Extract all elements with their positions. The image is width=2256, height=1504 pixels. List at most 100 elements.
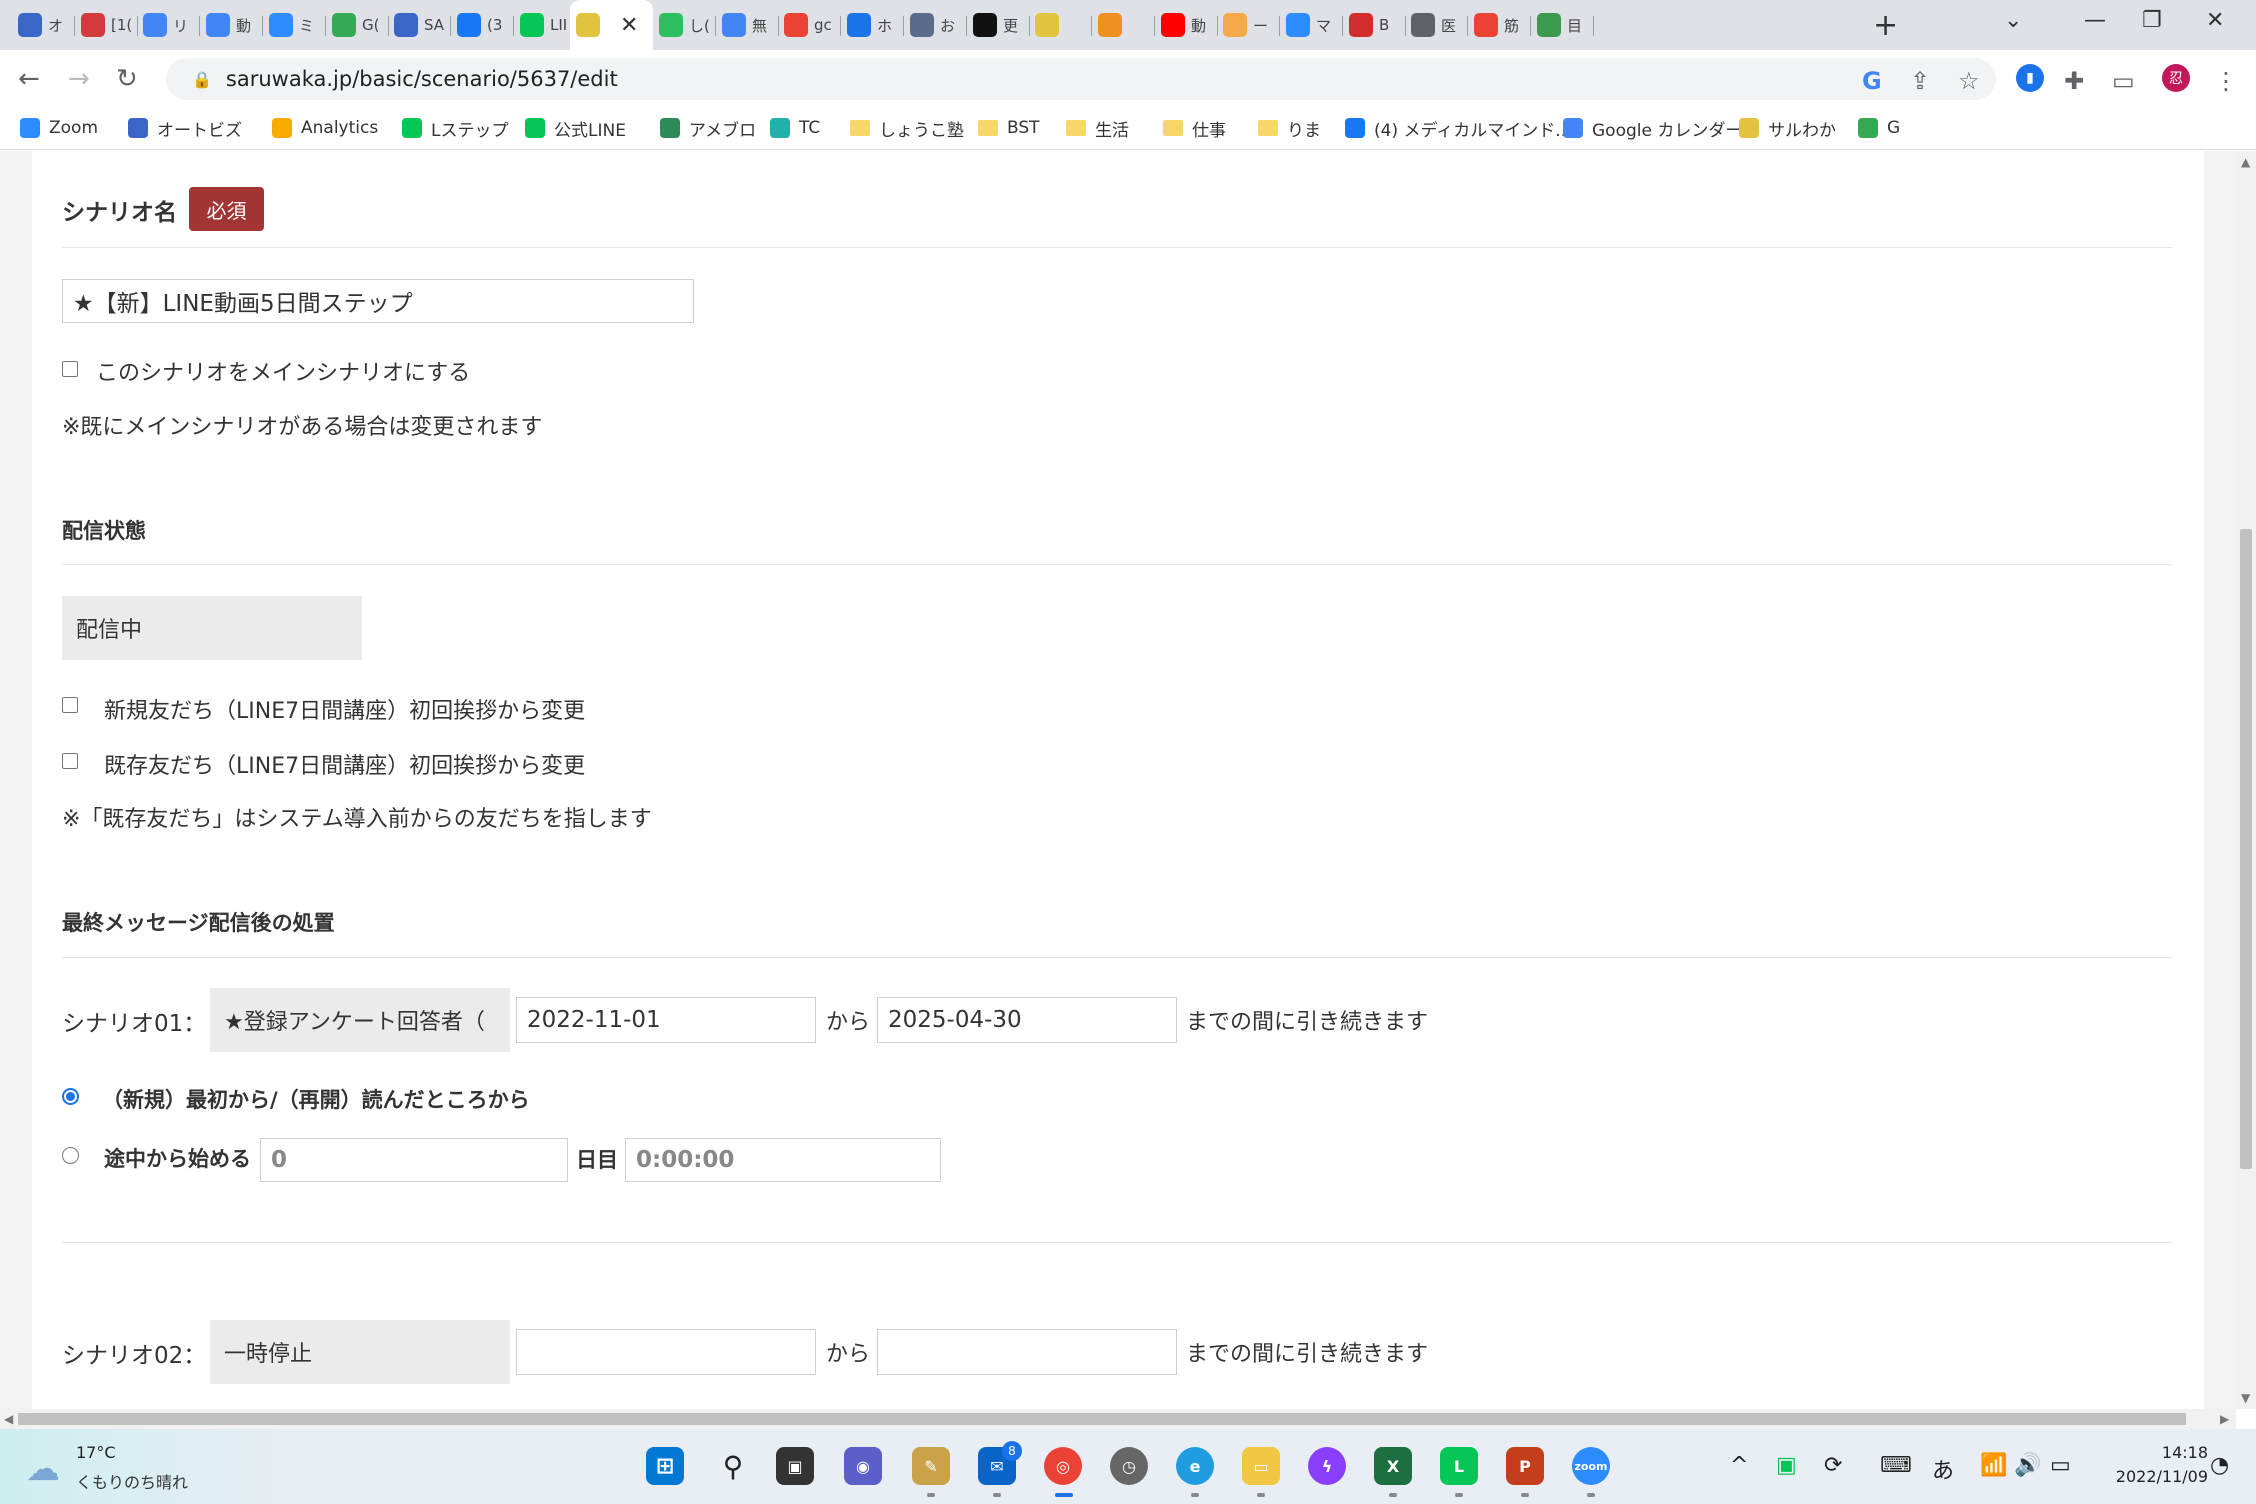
browser-tab[interactable]: (3 — [451, 8, 514, 42]
browser-tab[interactable]: オ — [12, 8, 75, 42]
start-time-input[interactable]: 0:00:00 — [625, 1138, 941, 1182]
bookmark-item[interactable]: オートビズ — [128, 114, 242, 142]
minimize-icon[interactable]: — — [2084, 8, 2106, 33]
menu-kebab-icon[interactable]: ⋮ — [2214, 67, 2238, 95]
bookmark-item[interactable]: りま — [1258, 114, 1321, 142]
scenario-name-input[interactable]: ★【新】LINE動画5日間ステップ — [62, 279, 694, 323]
scenario01-end-date[interactable]: 2025-04-30 — [877, 997, 1177, 1043]
weather-widget[interactable]: ☁ 17°C くもりのち晴れ — [0, 1429, 300, 1504]
browser-tab[interactable]: B — [1343, 8, 1406, 42]
bookmark-item[interactable]: サルわか — [1739, 114, 1836, 142]
scroll-up-icon[interactable]: ▲ — [2241, 155, 2250, 169]
reload-icon[interactable]: ↻ — [116, 64, 138, 94]
powerpoint-app-icon[interactable]: P — [1506, 1447, 1544, 1485]
battery-icon[interactable]: ▭ — [2050, 1453, 2071, 1478]
restore-icon[interactable]: ❐ — [2142, 8, 2162, 33]
browser-tab[interactable]: 目 — [1531, 8, 1594, 42]
messenger-app-icon[interactable]: ϟ — [1308, 1447, 1346, 1485]
new-friends-checkbox[interactable] — [62, 697, 78, 713]
back-icon[interactable]: ← — [18, 64, 40, 94]
line-tray-icon[interactable]: ▣ — [1776, 1453, 1797, 1478]
scroll-left-icon[interactable]: ◀ — [4, 1412, 13, 1426]
browser-tab[interactable]: マ — [1280, 8, 1343, 42]
file-explorer-icon[interactable]: ▭ — [1242, 1447, 1280, 1485]
clock[interactable]: 14:18 2022/11/09 — [2116, 1441, 2208, 1489]
bookmark-item[interactable]: 生活 — [1066, 114, 1129, 142]
extension-bookmark-icon[interactable]: ▮ — [2016, 64, 2044, 92]
scenario01-start-date[interactable]: 2022-11-01 — [516, 997, 816, 1043]
tab-search-chevron-icon[interactable]: ⌄ — [2004, 8, 2022, 33]
vertical-scroll-thumb[interactable] — [2240, 529, 2252, 1169]
horizontal-scrollbar[interactable]: ◀ ▶ — [0, 1409, 2236, 1429]
bookmark-item[interactable]: TC — [770, 114, 820, 142]
task-view-icon[interactable]: ▣ — [776, 1447, 814, 1485]
bookmark-item[interactable]: Lステップ — [402, 114, 508, 142]
sync-tray-icon[interactable]: ⟳ — [1824, 1453, 1842, 1478]
bookmark-item[interactable]: BST — [978, 114, 1040, 142]
chrome-app-icon[interactable]: ◎ — [1044, 1447, 1082, 1485]
horizontal-scroll-thumb[interactable] — [18, 1413, 2186, 1425]
start-midway-radio[interactable] — [62, 1147, 79, 1164]
scroll-down-icon[interactable]: ▼ — [2241, 1391, 2250, 1405]
main-scenario-checkbox[interactable] — [62, 361, 78, 377]
browser-tab[interactable]: SA — [388, 8, 451, 42]
notepad-app-icon[interactable]: ✎ — [912, 1447, 950, 1485]
browser-tab[interactable]: 動 — [1155, 8, 1218, 42]
start-day-input[interactable]: 0 — [260, 1138, 568, 1182]
browser-tab[interactable]: 更 — [967, 8, 1030, 42]
bookmark-item[interactable]: Zoom — [20, 114, 98, 142]
browser-tab[interactable]: し( — [653, 8, 716, 42]
search-icon[interactable]: ⚲ — [714, 1447, 752, 1485]
existing-friends-checkbox[interactable] — [62, 753, 78, 769]
browser-tab[interactable]: お — [904, 8, 967, 42]
browser-tab[interactable]: LII — [514, 8, 577, 42]
scenario02-target[interactable]: 一時停止 — [210, 1320, 510, 1384]
forward-icon[interactable]: → — [68, 64, 90, 94]
line-app-icon[interactable]: L — [1440, 1447, 1478, 1485]
scenario01-target[interactable]: ★登録アンケート回答者（ — [210, 988, 510, 1052]
browser-tab[interactable]: [1( — [75, 8, 138, 42]
browser-tab[interactable] — [1092, 8, 1155, 42]
edge-app-icon[interactable]: e — [1176, 1447, 1214, 1485]
restart-from-beginning-radio[interactable] — [62, 1088, 79, 1105]
volume-icon[interactable]: 🔊 — [2014, 1453, 2041, 1478]
profile-avatar[interactable]: 忍 — [2162, 64, 2190, 92]
bookmark-star-icon[interactable]: ☆ — [1958, 67, 1980, 95]
bookmark-item[interactable]: (4) メディカルマインド... — [1345, 114, 1572, 142]
zoom-app-icon[interactable]: zoom — [1572, 1447, 1610, 1485]
bookmark-item[interactable]: Analytics — [272, 114, 378, 142]
google-translate-icon[interactable]: G — [1862, 67, 1882, 95]
teams-chat-icon[interactable]: ◉ — [844, 1447, 882, 1485]
bookmark-item[interactable]: Google カレンダー — [1563, 114, 1742, 142]
browser-tab[interactable]: リ — [137, 8, 200, 42]
start-windows-icon[interactable]: ⊞ — [646, 1447, 684, 1485]
keyboard-tray-icon[interactable]: ⌨ — [1880, 1453, 1912, 1478]
excel-app-icon[interactable]: X — [1374, 1447, 1412, 1485]
browser-tab[interactable]: ホ — [841, 8, 904, 42]
share-icon[interactable]: ⇪ — [1910, 67, 1930, 95]
ime-indicator[interactable]: あ — [1932, 1453, 1954, 1485]
browser-tab[interactable]: G( — [326, 8, 389, 42]
extensions-puzzle-icon[interactable]: ✚ — [2064, 67, 2084, 95]
bookmark-item[interactable]: しょうこ塾 — [850, 114, 964, 142]
browser-tab[interactable]: 無 — [716, 8, 779, 42]
scroll-right-icon[interactable]: ▶ — [2220, 1412, 2229, 1426]
close-window-icon[interactable]: ✕ — [2206, 8, 2224, 33]
clock-app-icon[interactable]: ◷ — [1110, 1447, 1148, 1485]
new-tab-button[interactable]: + — [1873, 8, 1898, 43]
side-panel-icon[interactable]: ▭ — [2112, 67, 2135, 95]
browser-tab[interactable]: 筋 — [1468, 8, 1531, 42]
scenario02-end-date[interactable] — [877, 1329, 1177, 1375]
bookmark-item[interactable]: 公式LINE — [525, 114, 626, 142]
tray-overflow-chevron-icon[interactable]: ^ — [1730, 1453, 1748, 1478]
url-field[interactable]: 🔒 saruwaka.jp/basic/scenario/5637/edit — [166, 58, 1996, 100]
browser-tab[interactable]: ミ — [263, 8, 326, 42]
bookmark-item[interactable]: アメブロ — [660, 114, 756, 142]
browser-tab[interactable]: ー — [1217, 8, 1280, 42]
browser-tab[interactable] — [1029, 8, 1092, 42]
bookmark-item[interactable]: 仕事 — [1163, 114, 1226, 142]
browser-tab[interactable]: 動 — [200, 8, 263, 42]
close-tab-icon[interactable]: ✕ — [620, 13, 638, 38]
browser-tab[interactable]: 医 — [1405, 8, 1468, 42]
scenario02-start-date[interactable] — [516, 1329, 816, 1375]
